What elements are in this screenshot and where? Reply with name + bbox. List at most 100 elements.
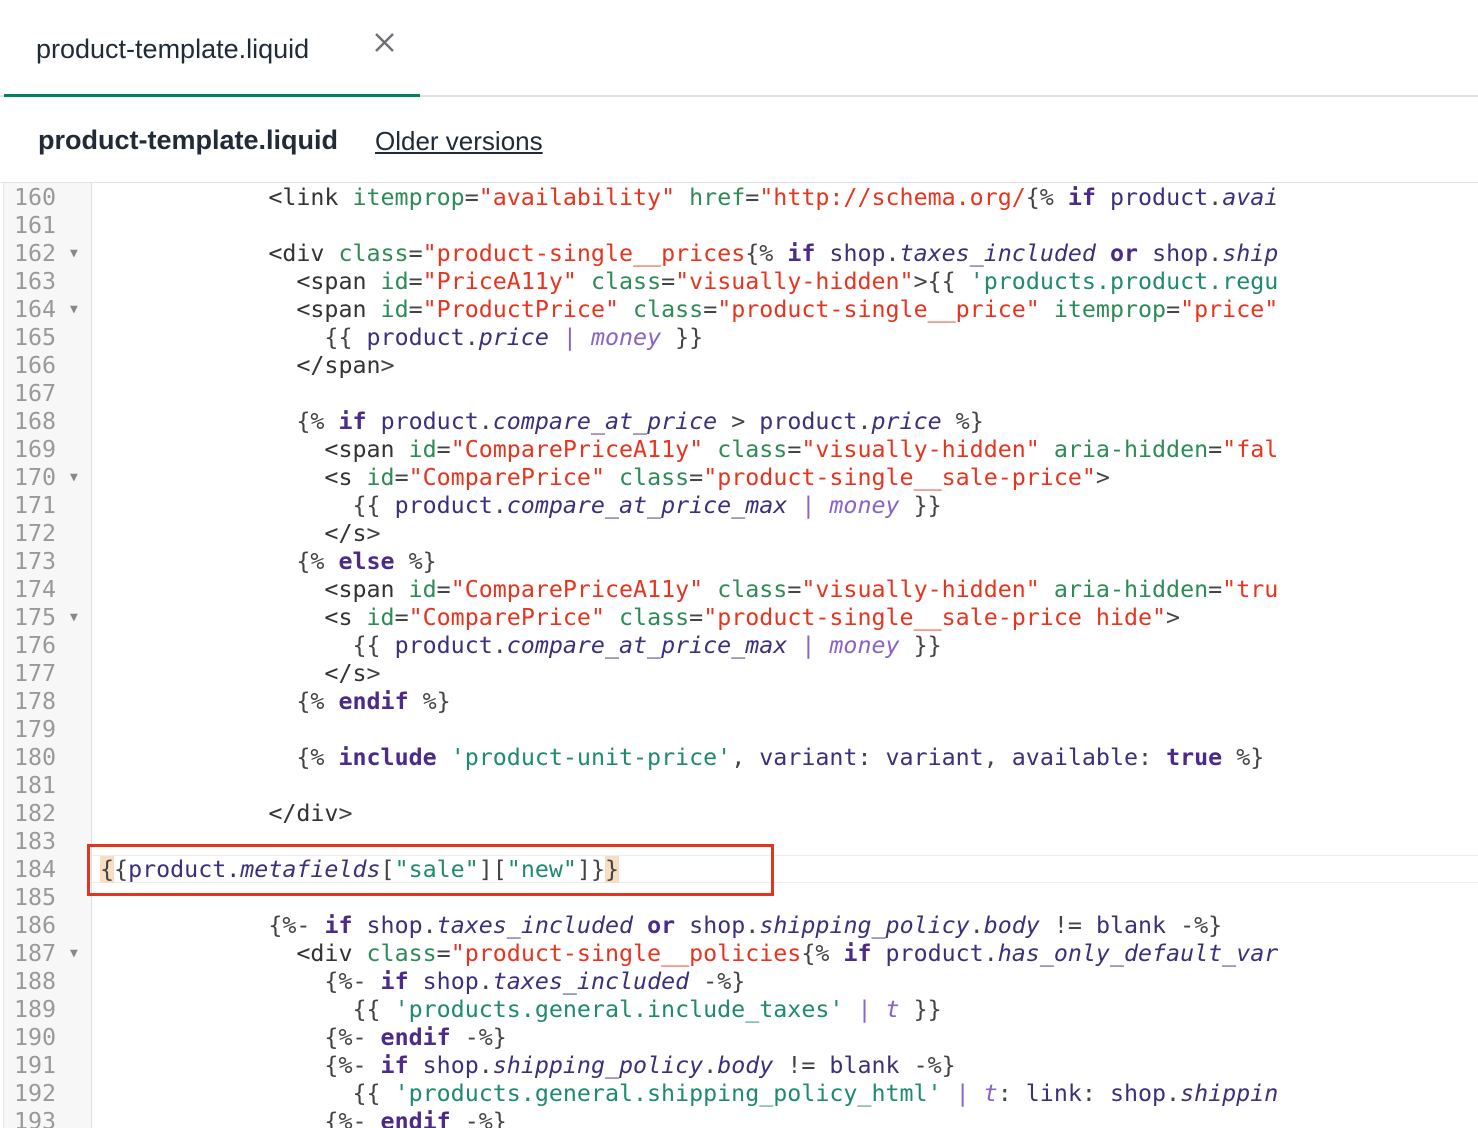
code-text: <div class="product-single__prices{% if … [268, 240, 1279, 267]
code-text: {{ product.compare_at_price_max | money … [352, 632, 942, 659]
line-number: 193 [14, 1108, 57, 1128]
code-text: {%- if shop.taxes_included -%} [324, 968, 746, 995]
code-text: <span id="ComparePriceA11y" class="visua… [324, 576, 1279, 603]
code-line[interactable]: 162 ▼ <div class="product-single__prices{… [0, 240, 1478, 268]
code-text: {%- if shop.shipping_policy.body != blan… [324, 1052, 956, 1079]
code-line[interactable]: 179 [0, 716, 1478, 744]
code-text: <s id="ComparePrice" class="product-sing… [324, 604, 1181, 631]
code-text: <span id="ComparePriceA11y" class="visua… [324, 436, 1279, 463]
code-line[interactable]: 166 </span> [0, 352, 1478, 380]
line-number: 189 [14, 996, 57, 1023]
tab-bar: product-template.liquid [0, 0, 1478, 97]
code-line[interactable]: 171 {{ product.compare_at_price_max | mo… [0, 492, 1478, 520]
line-number: 172 [14, 520, 57, 547]
line-number: 161 [14, 212, 57, 239]
code-text: <link itemprop="availability" href="http… [268, 184, 1279, 211]
line-number: 185 [14, 884, 57, 911]
code-line[interactable]: 167 [0, 380, 1478, 408]
fold-toggle-icon[interactable]: ▼ [70, 296, 78, 324]
code-line[interactable]: 188 {%- if shop.taxes_included -%} [0, 968, 1478, 996]
code-text: {%- endif -%} [324, 1024, 507, 1051]
code-line[interactable]: 172 </s> [0, 520, 1478, 548]
file-header: product-template.liquid Older versions [0, 97, 1478, 183]
code-line[interactable]: 170 ▼ <s id="ComparePrice" class="product… [0, 464, 1478, 492]
code-text: {{ 'products.general.include_taxes' | t … [352, 996, 942, 1023]
code-line[interactable]: 189 {{ 'products.general.include_taxes' … [0, 996, 1478, 1024]
code-line[interactable]: 161 [0, 212, 1478, 240]
code-line[interactable]: 185 [0, 884, 1478, 912]
line-number: 181 [14, 772, 57, 799]
code-line[interactable]: 175 ▼ <s id="ComparePrice" class="product… [0, 604, 1478, 632]
line-number: 187 [14, 940, 57, 967]
code-line[interactable]: 173 {% else %} [0, 548, 1478, 576]
file-title: product-template.liquid [38, 125, 338, 155]
code-text: {{ product.compare_at_price_max | money … [352, 492, 942, 519]
line-number: 175 [14, 604, 57, 631]
code-text: </span> [296, 352, 395, 379]
code-line[interactable]: 187 ▼ <div class="product-single__policie… [0, 940, 1478, 968]
code-line[interactable]: 192 {{ 'products.general.shipping_policy… [0, 1080, 1478, 1108]
code-line[interactable]: 183 [0, 828, 1478, 856]
line-number: 177 [14, 660, 57, 687]
tab-product-template[interactable]: product-template.liquid [4, 0, 420, 97]
code-text: <div class="product-single__policies{% i… [296, 940, 1279, 967]
code-line[interactable]: 190 {%- endif -%} [0, 1024, 1478, 1052]
fold-toggle-icon[interactable]: ▼ [70, 940, 78, 968]
code-line[interactable]: 164 ▼ <span id="ProductPrice" class="prod… [0, 296, 1478, 324]
line-number: 160 [14, 184, 57, 211]
code-line[interactable]: 181 [0, 772, 1478, 800]
code-line[interactable]: 178 {% endif %} [0, 688, 1478, 716]
code-text: {{ 'products.general.shipping_policy_htm… [352, 1080, 1279, 1107]
line-number: 192 [14, 1080, 57, 1107]
line-number: 182 [14, 800, 57, 827]
line-number: 184 [14, 856, 57, 883]
tab-title: product-template.liquid [36, 34, 310, 64]
line-number: 191 [14, 1052, 57, 1079]
code-line[interactable]: 191 {%- if shop.shipping_policy.body != … [0, 1052, 1478, 1080]
code-text: </s> [324, 660, 381, 687]
code-text: </div> [268, 800, 353, 827]
code-text: {% else %} [296, 548, 437, 575]
line-number: 165 [14, 324, 57, 351]
code-line[interactable]: 165 {{ product.price | money }} [0, 324, 1478, 352]
line-number: 188 [14, 968, 57, 995]
code-line[interactable]: 186 {%- if shop.taxes_included or shop.s… [0, 912, 1478, 940]
close-icon[interactable] [368, 28, 400, 60]
line-number: 171 [14, 492, 57, 519]
code-text: {{product.metafields["sale"]["new"]}} [100, 856, 620, 883]
code-line[interactable]: 193 {%- endif -%} [0, 1108, 1478, 1128]
code-line[interactable]: 169 <span id="ComparePriceA11y" class="v… [0, 436, 1478, 464]
line-number: 179 [14, 716, 57, 743]
line-number: 180 [14, 744, 57, 771]
code-line[interactable]: 180 {% include 'product-unit-price', var… [0, 744, 1478, 772]
line-number: 168 [14, 408, 57, 435]
line-number: 170 [14, 464, 57, 491]
code-editor[interactable]: 160 <link itemprop="availability" href="… [0, 183, 1478, 1128]
fold-toggle-icon[interactable]: ▼ [70, 604, 78, 632]
code-line[interactable]: 163 <span id="PriceA11y" class="visually… [0, 268, 1478, 296]
older-versions-link[interactable]: Older versions [375, 126, 543, 157]
line-number: 183 [14, 828, 57, 855]
code-line[interactable]: 174 <span id="ComparePriceA11y" class="v… [0, 576, 1478, 604]
code-line[interactable]: 177 </s> [0, 660, 1478, 688]
code-line[interactable]: 182 </div> [0, 800, 1478, 828]
line-number: 164 [14, 296, 57, 323]
code-text: {% include 'product-unit-price', variant… [296, 744, 1265, 771]
code-line[interactable]: 176 {{ product.compare_at_price_max | mo… [0, 632, 1478, 660]
line-number: 166 [14, 352, 57, 379]
line-number: 163 [14, 268, 57, 295]
code-line[interactable]: 184 {{product.metafields["sale"]["new"]}} [0, 856, 1478, 884]
code-text: {%- endif -%} [324, 1108, 507, 1128]
line-number: 167 [14, 380, 57, 407]
line-number: 186 [14, 912, 57, 939]
line-number: 174 [14, 576, 57, 603]
line-number: 162 [14, 240, 57, 267]
code-line[interactable]: 160 <link itemprop="availability" href="… [0, 184, 1478, 212]
fold-toggle-icon[interactable]: ▼ [70, 464, 78, 492]
line-number: 176 [14, 632, 57, 659]
code-text: {{ product.price | money }} [324, 324, 704, 351]
code-text: {%- if shop.taxes_included or shop.shipp… [268, 912, 1223, 939]
fold-toggle-icon[interactable]: ▼ [70, 240, 78, 268]
code-text: {% if product.compare_at_price > product… [296, 408, 984, 435]
code-line[interactable]: 168 {% if product.compare_at_price > pro… [0, 408, 1478, 436]
